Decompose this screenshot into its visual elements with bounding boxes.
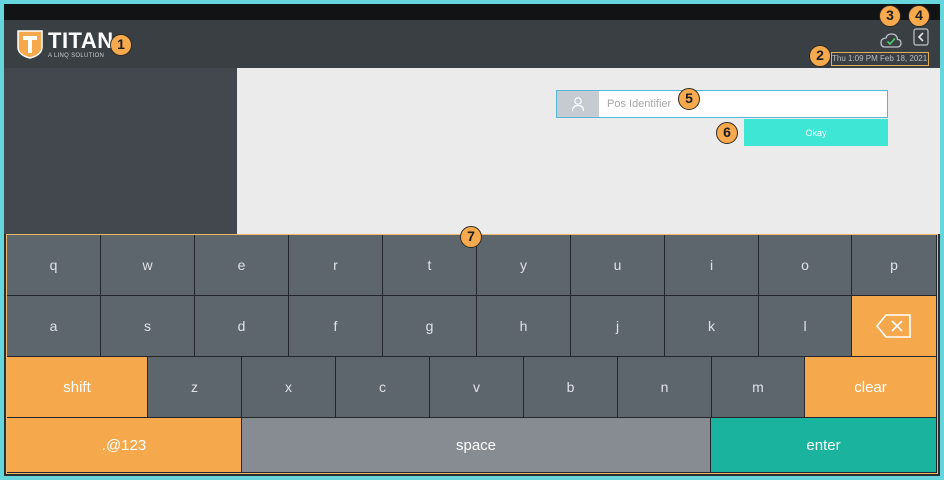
clear-button[interactable]: clear [805,357,936,417]
sidebar-panel [4,68,237,234]
key-r[interactable]: r [289,235,382,295]
key-a[interactable]: a [7,296,100,356]
callout-marker: 6 [716,122,738,144]
key-w[interactable]: w [101,235,194,295]
okay-button[interactable]: Okay [744,119,888,146]
key-m[interactable]: m [712,357,804,417]
on-screen-keyboard: q w e r t y u i o p a s d f g h j k l sh… [6,234,938,474]
key-d[interactable]: d [195,296,288,356]
key-z[interactable]: z [148,357,241,417]
datetime-display: Thu 1:09 PM Feb 18, 2021 [831,52,929,66]
key-y[interactable]: y [477,235,570,295]
callout-marker: 2 [809,45,831,67]
space-bar[interactable]: space [242,418,710,472]
key-h[interactable]: h [477,296,570,356]
key-o[interactable]: o [759,235,851,295]
symbols-button[interactable]: .@123 [7,418,241,472]
callout-marker: 7 [460,226,482,248]
key-e[interactable]: e [195,235,288,295]
key-c[interactable]: c [336,357,429,417]
key-b[interactable]: b [524,357,617,417]
user-icon [571,97,585,112]
key-u[interactable]: u [571,235,664,295]
key-j[interactable]: j [571,296,664,356]
chevron-left-icon[interactable] [913,28,929,46]
key-q[interactable]: q [7,235,100,295]
backspace-icon [875,314,911,338]
pos-icon-box [557,91,599,117]
callout-marker: 5 [678,88,700,110]
header-bar: TITAN A LINQ SOLUTION [4,20,940,68]
logo-subtitle: A LINQ SOLUTION [48,52,105,59]
shift-button[interactable]: shift [7,357,147,417]
key-n[interactable]: n [618,357,711,417]
key-v[interactable]: v [430,357,523,417]
callout-marker: 1 [110,34,132,56]
backspace-button[interactable] [852,296,936,356]
titan-logo: TITAN A LINQ SOLUTION [16,29,114,59]
key-p[interactable]: p [852,235,936,295]
top-bar [4,4,940,20]
key-l[interactable]: l [759,296,851,356]
key-k[interactable]: k [665,296,758,356]
key-s[interactable]: s [101,296,194,356]
pos-identifier-input[interactable] [599,91,887,117]
enter-button[interactable]: enter [711,418,936,472]
key-g[interactable]: g [383,296,476,356]
callout-marker: 3 [879,5,901,27]
callout-marker: 4 [908,5,930,27]
key-i[interactable]: i [665,235,758,295]
key-f[interactable]: f [289,296,382,356]
titan-shield-icon [17,30,43,59]
cloud-check-icon[interactable] [880,32,902,48]
logo-title: TITAN [48,27,114,53]
pos-identifier-field[interactable] [556,90,888,118]
key-x[interactable]: x [242,357,335,417]
